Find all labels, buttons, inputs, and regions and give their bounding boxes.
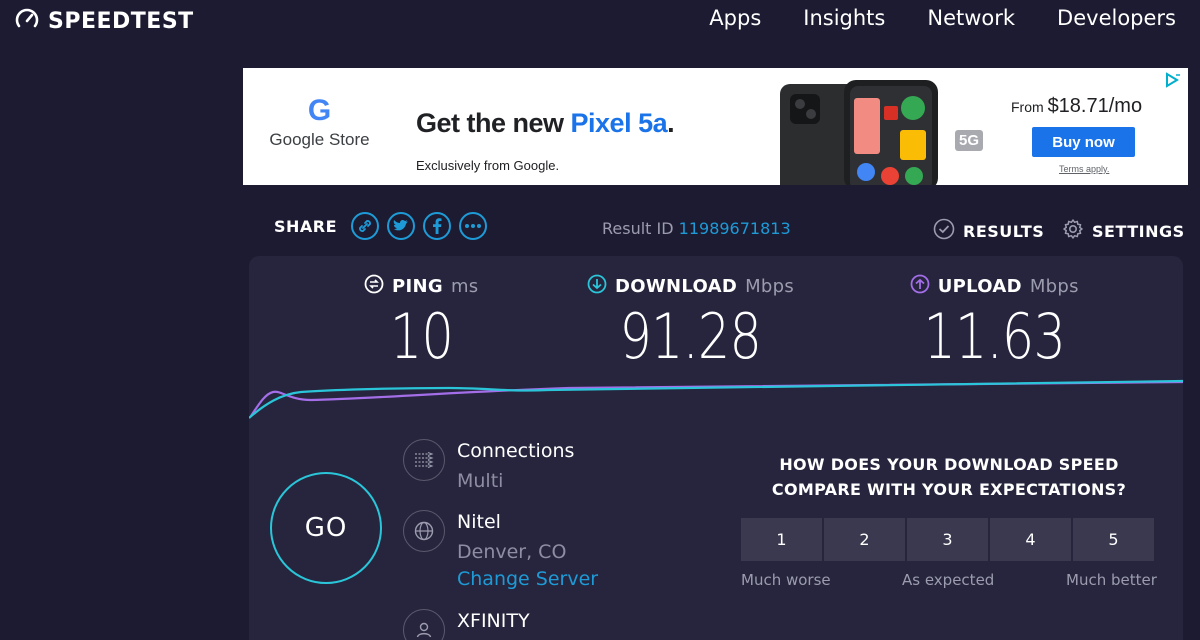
result-id-label: Result ID <box>602 219 679 238</box>
price-amount: $18.71/mo <box>1047 95 1143 117</box>
share-bar: SHARE <box>274 212 488 240</box>
upload-metric: UPLOAD Mbps 11.63 <box>908 274 1081 371</box>
speedometer-icon <box>14 6 40 36</box>
user-icon <box>403 609 445 640</box>
rating-option-5[interactable]: 5 <box>1073 518 1154 561</box>
gear-icon <box>1062 218 1084 244</box>
rating-option-3[interactable]: 3 <box>907 518 988 561</box>
rating-label-low: Much worse <box>741 571 831 589</box>
adchoices-icon[interactable] <box>1164 72 1182 92</box>
connections-value: Multi <box>457 470 504 492</box>
settings-label: SETTINGS <box>1092 221 1185 241</box>
facebook-icon[interactable] <box>423 212 452 240</box>
main-nav: Apps Insights Network Developers <box>709 6 1176 30</box>
rating-label-high: Much better <box>1066 571 1157 589</box>
rating-label-mid: As expected <box>902 571 995 589</box>
download-label: DOWNLOAD <box>615 276 738 297</box>
ad-price: From $18.71/mo <box>1011 95 1142 118</box>
download-header: DOWNLOAD Mbps <box>587 274 794 299</box>
ping-header: PING ms <box>364 274 478 299</box>
ping-metric: PING ms 10 <box>364 274 478 371</box>
ping-label: PING <box>392 276 443 297</box>
link-icon[interactable] <box>351 212 380 240</box>
ad-headline-product: Pixel 5a <box>570 108 668 138</box>
connections-label: Connections <box>457 440 575 462</box>
5g-badge: 5G <box>955 130 984 151</box>
speedtest-logo[interactable]: SPEEDTEST <box>14 6 194 36</box>
rating-option-2[interactable]: 2 <box>824 518 905 561</box>
connections-info: Connections Multi <box>403 439 574 495</box>
rating-option-4[interactable]: 4 <box>990 518 1071 561</box>
ad-headline-post: . <box>667 108 675 138</box>
download-unit: Mbps <box>745 276 795 297</box>
speed-graph <box>249 379 1183 419</box>
rating-option-1[interactable]: 1 <box>741 518 822 561</box>
buy-now-button[interactable]: Buy now <box>1032 127 1135 157</box>
ad-headline-pre: Get the new <box>416 108 571 138</box>
more-icon[interactable] <box>459 212 488 240</box>
isp-info: XFINITY <box>403 609 530 640</box>
download-metric: DOWNLOAD Mbps 91.28 <box>587 274 794 371</box>
results-button[interactable]: RESULTS <box>933 218 1044 244</box>
isp-name: XFINITY <box>457 610 530 632</box>
nav-insights[interactable]: Insights <box>803 6 885 30</box>
share-label: SHARE <box>274 216 338 236</box>
results-label: RESULTS <box>963 221 1045 241</box>
server-info: Nitel Denver, CO Change Server <box>403 510 598 592</box>
upload-unit: Mbps <box>1029 276 1079 297</box>
connections-icon <box>403 439 445 481</box>
settings-button[interactable]: SETTINGS <box>1062 218 1185 244</box>
nav-apps[interactable]: Apps <box>709 6 761 30</box>
survey-question: HOW DOES YOUR DOWNLOAD SPEED COMPARE WIT… <box>771 455 1127 499</box>
nav-network[interactable]: Network <box>927 6 1015 30</box>
twitter-icon[interactable] <box>387 212 416 240</box>
ad-banner[interactable]: G Google Store Get the new Pixel 5a. Exc… <box>243 68 1188 185</box>
terms-link[interactable]: Terms apply. <box>1059 164 1109 174</box>
download-graph-line <box>249 379 1183 419</box>
phone-image <box>778 80 938 185</box>
checkmark-circle-icon <box>933 218 955 244</box>
results-panel: PING ms 10 DOWNLOAD Mbps 91.28 UPLOAD Mb… <box>249 256 1183 640</box>
rating-scale: 1 2 3 4 5 <box>741 518 1154 561</box>
price-from: From <box>1011 99 1048 115</box>
ad-headline: Get the new Pixel 5a. <box>416 108 675 139</box>
ad-subline: Exclusively from Google. <box>416 158 560 173</box>
google-store-brand: G Google Store <box>267 96 372 150</box>
globe-icon <box>403 510 445 552</box>
logo-text: SPEEDTEST <box>48 8 194 34</box>
server-location: Denver, CO <box>457 541 567 563</box>
ping-icon <box>364 274 384 299</box>
result-id-value[interactable]: 11989671813 <box>679 219 791 238</box>
upload-value: 11.63 <box>923 300 1066 373</box>
upload-arrow-icon <box>910 274 930 299</box>
google-store-name: Google Store <box>269 130 370 149</box>
go-button[interactable]: GO <box>270 472 382 584</box>
result-id: Result ID 11989671813 <box>602 219 791 238</box>
google-g-logo: G <box>307 94 332 127</box>
server-name: Nitel <box>457 511 501 533</box>
top-nav-bar: SPEEDTEST Apps Insights Network Develope… <box>0 0 1200 40</box>
ping-value: 10 <box>389 300 454 373</box>
change-server-link[interactable]: Change Server <box>457 566 598 592</box>
ping-unit: ms <box>450 276 479 297</box>
nav-developers[interactable]: Developers <box>1057 6 1176 30</box>
download-value: 91.28 <box>619 300 762 373</box>
upload-header: UPLOAD Mbps <box>910 274 1079 299</box>
upload-label: UPLOAD <box>937 276 1022 297</box>
download-arrow-icon <box>587 274 607 299</box>
